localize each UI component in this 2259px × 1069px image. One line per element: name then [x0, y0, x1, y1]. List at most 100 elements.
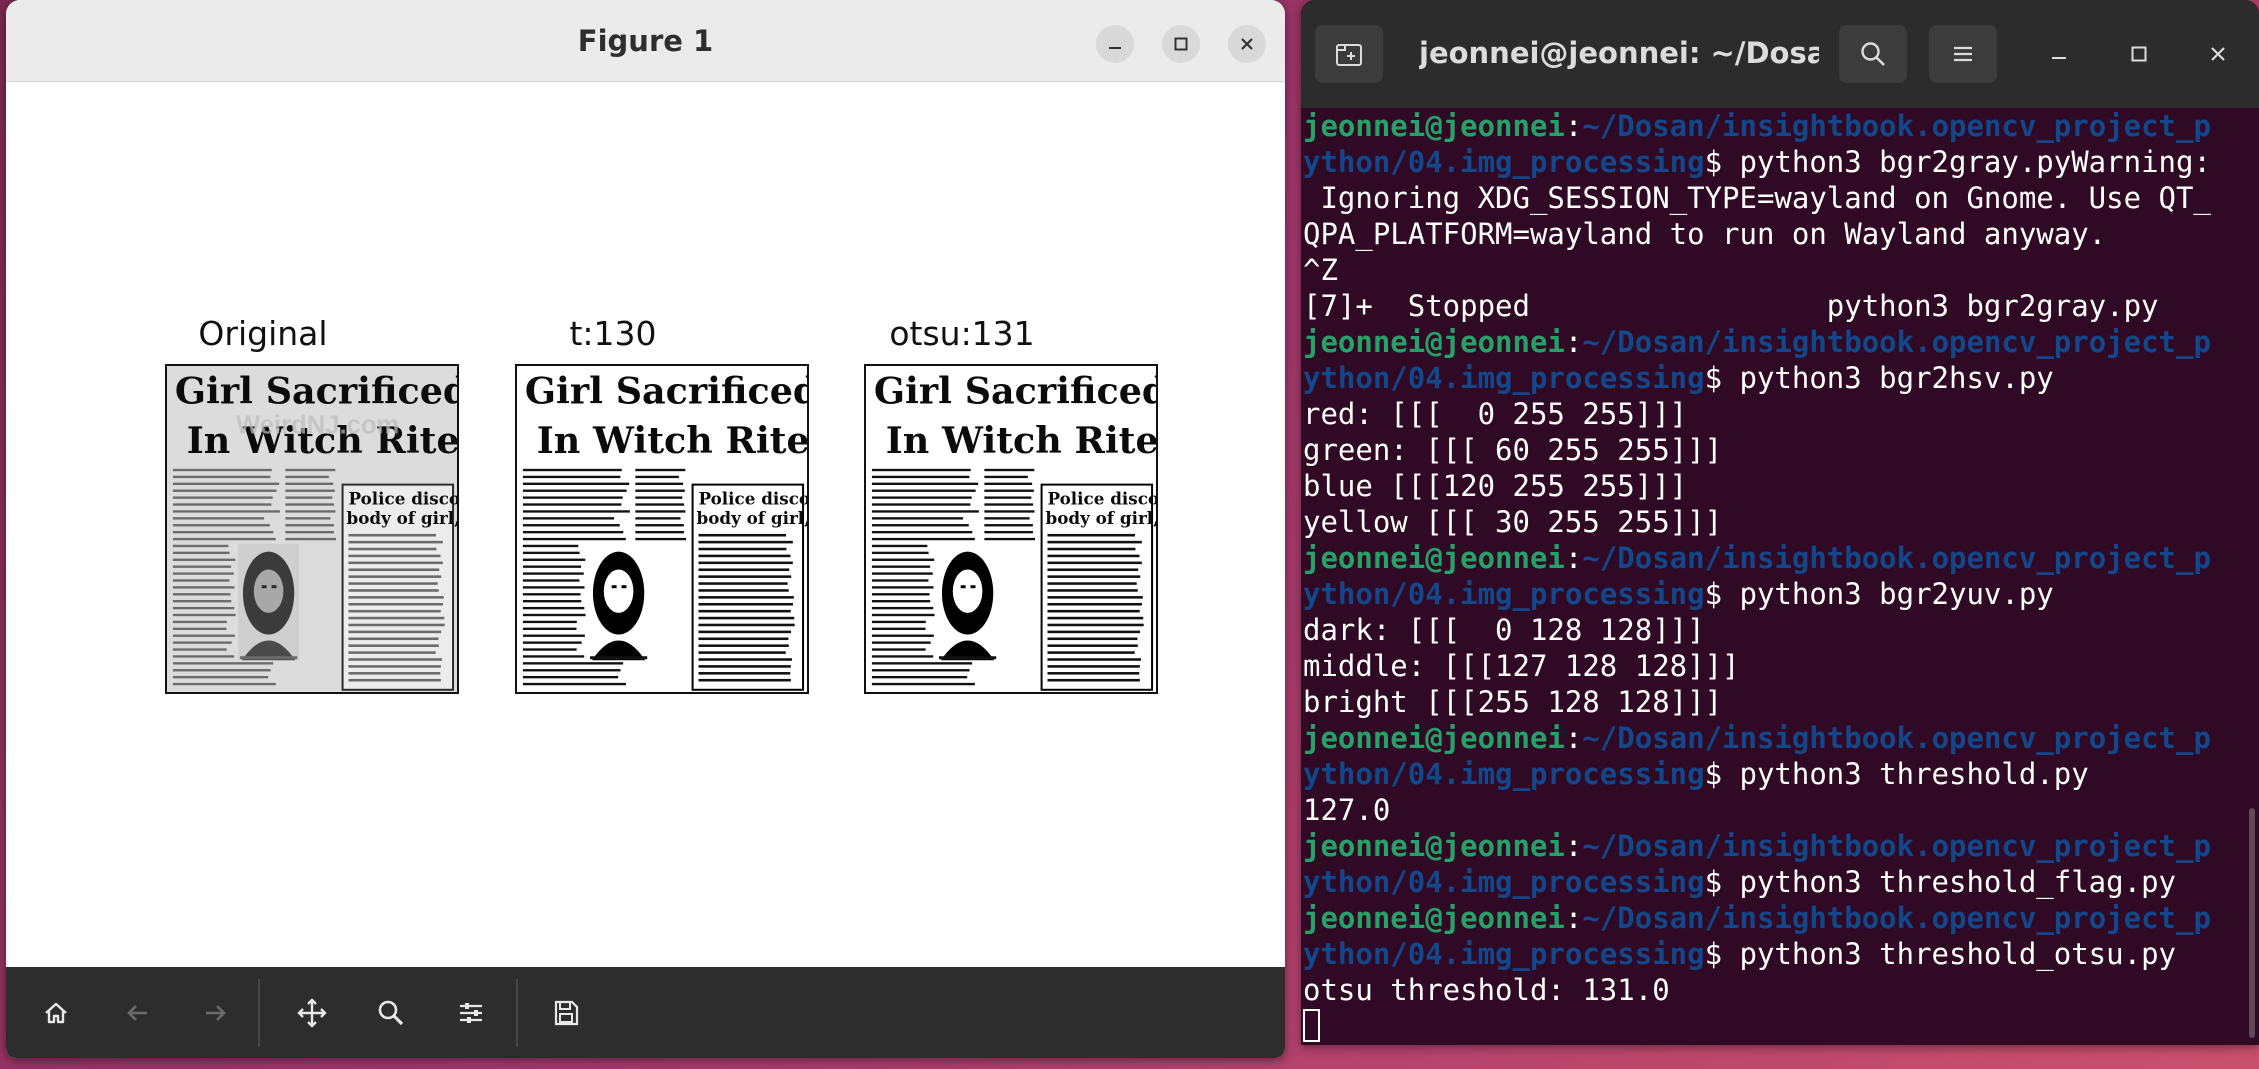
text-line: [522, 613, 586, 617]
terminal-line: blue [[[120 255 255]]]: [1303, 468, 2241, 504]
terminal-minimize-button[interactable]: [2041, 36, 2077, 72]
terminal-titlebar[interactable]: jeonnei@jeonnei: ~/Dosa...: [1301, 0, 2259, 108]
text-line: [871, 648, 926, 651]
text-line: [698, 651, 786, 654]
text-line: [522, 675, 619, 679]
text-line: [172, 669, 271, 672]
terminal-close-button[interactable]: [2200, 36, 2236, 72]
text-line: [348, 540, 443, 544]
photo-caption: [239, 656, 298, 660]
home-button[interactable]: [34, 991, 78, 1035]
text-line: [348, 637, 439, 641]
terminal-line: jeonnei@jeonnei:~/Dosan/insightbook.open…: [1303, 108, 2241, 144]
terminal-line: ython/04.img_processing$ python3 thresho…: [1303, 936, 2241, 972]
output-text: red: [[[ 0 255 255]]]: [1303, 397, 1688, 431]
prompt-separator: :: [1564, 829, 1583, 863]
text-line: [172, 600, 232, 603]
text-line: [698, 533, 787, 537]
text-line: [871, 627, 926, 631]
text-line: [522, 551, 580, 555]
photo-caption: [938, 656, 997, 660]
text-line: [871, 468, 971, 472]
back-button[interactable]: [115, 991, 159, 1035]
maximize-icon: [1174, 37, 1188, 51]
terminal-line: ython/04.img_processing$ python3 thresho…: [1303, 756, 2241, 792]
text-line: [285, 517, 331, 520]
text-line: [172, 468, 272, 472]
text-line: [1047, 678, 1140, 682]
terminal-line: Ignoring XDG_SESSION_TYPE=wayland on Gno…: [1303, 180, 2241, 216]
text-line: [871, 634, 934, 637]
terminal-line: red: [[[ 0 255 255]]]: [1303, 396, 2241, 432]
text-line: [522, 593, 581, 596]
text-line: [635, 524, 684, 527]
text-line: [348, 602, 443, 606]
terminal-menu-button[interactable]: [1929, 25, 1997, 83]
maximize-button[interactable]: [1162, 25, 1200, 63]
forward-button[interactable]: [194, 991, 238, 1035]
text-line: [1047, 582, 1137, 585]
figure-titlebar[interactable]: Figure 1: [6, 0, 1285, 82]
headline-line-1: Girl Sacrificed: [874, 370, 1156, 413]
text-line: [172, 606, 235, 610]
text-line: [871, 544, 928, 548]
terminal-scrollbar[interactable]: [2249, 808, 2255, 1038]
terminal-line: yellow [[[ 30 255 255]]]: [1303, 504, 2241, 540]
photo-eye: [261, 585, 267, 589]
text-line: [871, 496, 972, 499]
text-line: [285, 537, 337, 541]
headline-line-1: Girl Sacrificed: [175, 370, 457, 413]
sub-headline-1: Police discover: [1047, 488, 1156, 508]
text-line: [348, 609, 441, 613]
prompt-user: jeonnei@jeonnei: [1303, 721, 1565, 755]
text-line: [522, 606, 585, 610]
figure-canvas[interactable]: Original t:130 otsu:131 Girl Sacrificed I…: [6, 82, 1285, 967]
text-line: [285, 524, 334, 527]
text-line: [522, 600, 582, 603]
text-line: [871, 675, 968, 679]
text-line: [172, 627, 227, 631]
text-line: [348, 596, 444, 599]
text-line: [172, 565, 232, 568]
photo-eye: [970, 585, 976, 589]
minimize-button[interactable]: [1096, 25, 1134, 63]
text-line: [1047, 616, 1144, 620]
new-tab-button[interactable]: [1315, 25, 1383, 83]
text-line: [522, 482, 630, 486]
prompt-separator: :: [1564, 541, 1583, 575]
prompt-user: jeonnei@jeonnei: [1303, 109, 1565, 143]
output-text: otsu threshold: 131.0: [1303, 973, 1670, 1007]
text-line: [172, 655, 235, 658]
text-line: [871, 489, 976, 492]
text-line: [285, 503, 335, 506]
text-line: [871, 517, 964, 520]
pan-button[interactable]: [290, 991, 334, 1035]
text-line: [871, 606, 934, 610]
text-line: [285, 489, 335, 492]
configure-subplots-button[interactable]: [449, 991, 493, 1035]
text-line: [871, 620, 926, 624]
photo-face: [253, 569, 284, 613]
text-line: [172, 524, 270, 527]
terminal-line: ython/04.img_processing$ python3 bgr2hsv…: [1303, 360, 2241, 396]
terminal-output[interactable]: jeonnei@jeonnei: ~/Dosan/insightbook.open…: [1301, 108, 2241, 1045]
text-line: [871, 586, 934, 589]
terminal-maximize-button[interactable]: [2121, 36, 2157, 72]
text-line: [285, 510, 336, 513]
output-text: QPA_PLATFORM=wayland to run on Wayland a…: [1303, 217, 2107, 251]
text-line: [1047, 602, 1142, 606]
zoom-button[interactable]: [369, 991, 413, 1035]
save-button[interactable]: [544, 991, 588, 1035]
text-line: [172, 503, 272, 506]
text-line: [522, 669, 621, 672]
subplot-title-original: Original: [198, 314, 328, 353]
close-button[interactable]: [1228, 25, 1266, 63]
text-line: [984, 524, 1033, 527]
terminal-search-button[interactable]: [1839, 25, 1907, 83]
prompt-path: ~/Dosan/insightbook.opencv_project_p: [1582, 109, 2211, 143]
text-line: [698, 568, 790, 572]
photo-eye: [621, 585, 627, 589]
text-line: [522, 586, 585, 589]
prompt-path: ython/04.img_processing: [1303, 145, 1705, 179]
prompt-path: ython/04.img_processing: [1303, 757, 1705, 791]
